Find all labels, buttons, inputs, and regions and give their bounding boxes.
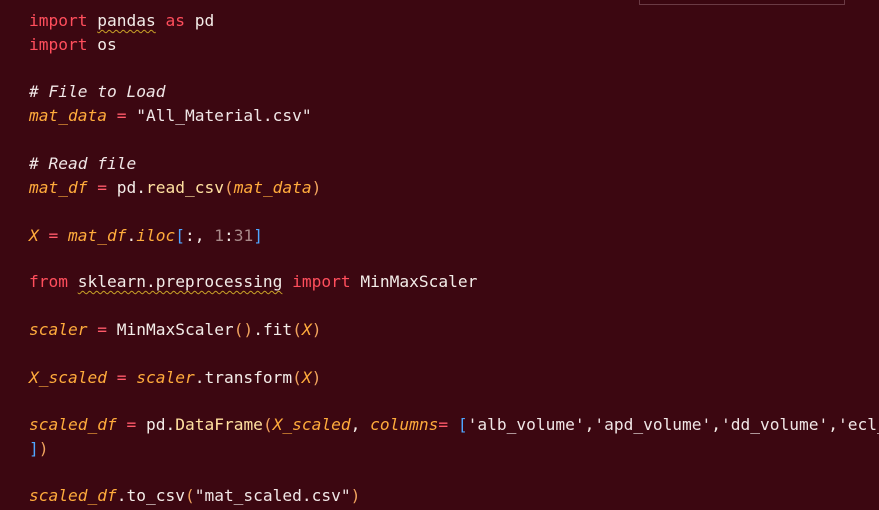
code-line-21[interactable]: scaled_df.to_csv("mat_scaled.csv") — [29, 484, 360, 508]
square-bracket: ] — [29, 439, 39, 458]
code-line-2[interactable]: import os — [29, 33, 117, 57]
variable-mat-data: mat_data — [29, 106, 107, 125]
paren: ) — [311, 178, 322, 197]
string-literal: "All_Material.csv" — [136, 106, 312, 125]
comment: # Read file — [29, 154, 137, 173]
square-bracket: [ — [457, 415, 468, 434]
comma: , — [584, 415, 595, 434]
variable-scaled-df: scaled_df — [29, 415, 117, 434]
string-literal: 'alb_volume' — [467, 415, 585, 434]
find-widget-edge[interactable] — [639, 0, 845, 5]
imported-name: MinMaxScaler — [360, 272, 478, 291]
paren: ) — [38, 439, 49, 458]
object-mat-df: mat_df — [68, 226, 127, 245]
variable-x-scaled: X_scaled — [29, 368, 107, 387]
comma: , — [711, 415, 722, 434]
variable-mat-df: mat_df — [29, 178, 88, 197]
variable-scaler: scaler — [29, 320, 88, 339]
argument: X_scaled — [272, 415, 351, 434]
function-dataframe: DataFrame — [175, 415, 263, 434]
module-pandas: pandas — [97, 11, 156, 30]
dot: . — [116, 486, 127, 505]
operator: = — [438, 415, 458, 434]
object-pd: pd — [116, 178, 137, 197]
attribute-iloc: iloc — [136, 226, 176, 245]
code-line-5[interactable]: mat_data = "All_Material.csv" — [29, 104, 312, 128]
operator: = — [87, 320, 117, 339]
string-literal: 'ecl_ — [838, 415, 879, 434]
number: 31 — [233, 226, 254, 245]
module-os: os — [97, 35, 117, 54]
paren: ( — [223, 178, 234, 197]
string-literal: "mat_scaled.csv" — [194, 486, 351, 505]
code-line-7[interactable]: # Read file — [29, 152, 136, 176]
slice-all: :, — [184, 226, 215, 245]
operator: = — [38, 226, 68, 245]
number: 1 — [214, 226, 224, 245]
object-scaler: scaler — [136, 368, 195, 387]
paren: ) — [311, 320, 322, 339]
code-line-1[interactable]: import pandas as pd — [29, 9, 214, 33]
code-line-8[interactable]: mat_df = pd.read_csv(mat_data) — [29, 176, 321, 200]
keyword-argument: columns — [370, 415, 439, 434]
operator: = — [116, 415, 146, 434]
argument: X — [301, 320, 312, 339]
colon: : — [223, 226, 234, 245]
dot: . — [165, 415, 176, 434]
variable-x: X — [29, 226, 39, 245]
keyword-as: as — [165, 11, 185, 30]
keyword-import: import — [29, 11, 88, 30]
keyword-import: import — [292, 272, 351, 291]
module-sklearn: sklearn.preprocessing — [77, 272, 283, 291]
function-to-csv: to_csv — [126, 486, 185, 505]
paren: ( — [292, 368, 302, 387]
object-scaled-df: scaled_df — [29, 486, 117, 505]
keyword-import: import — [29, 35, 88, 54]
operator: = — [87, 178, 117, 197]
operator: = — [106, 368, 137, 387]
operator: = — [106, 106, 137, 125]
code-line-14[interactable]: scaler = MinMaxScaler().fit(X) — [29, 318, 321, 342]
code-line-19[interactable]: ]) — [29, 437, 49, 461]
paren: () — [233, 320, 254, 339]
code-line-4[interactable]: # File to Load — [29, 80, 165, 104]
paren: ) — [350, 486, 361, 505]
dot: . — [126, 226, 137, 245]
object-pd: pd — [145, 415, 166, 434]
paren: ( — [262, 415, 273, 434]
comment: # File to Load — [29, 82, 166, 101]
dot: . — [194, 368, 205, 387]
string-literal: 'dd_volume' — [721, 415, 829, 434]
argument: mat_data — [233, 178, 312, 197]
paren: ( — [184, 486, 195, 505]
string-literal: 'apd_volume' — [594, 415, 712, 434]
dot: . — [253, 320, 263, 339]
code-line-16[interactable]: X_scaled = scaler.transform(X) — [29, 366, 321, 390]
code-line-12[interactable]: from sklearn.preprocessing import MinMax… — [29, 270, 477, 294]
paren: ) — [311, 368, 322, 387]
function-transform: transform — [204, 368, 293, 387]
alias-pd: pd — [194, 11, 215, 30]
dot: . — [136, 178, 146, 197]
argument: X — [301, 368, 312, 387]
class-call: MinMaxScaler — [116, 320, 234, 339]
square-bracket: ] — [253, 226, 263, 245]
function-read-csv: read_csv — [145, 178, 224, 197]
square-bracket: [ — [175, 226, 185, 245]
comma: , — [828, 415, 838, 434]
code-editor[interactable]: import pandas as pd import os # File to … — [0, 0, 879, 510]
paren: ( — [292, 320, 302, 339]
code-line-10[interactable]: X = mat_df.iloc[:, 1:31] — [29, 224, 263, 248]
function-fit: fit — [262, 320, 293, 339]
comma: , — [350, 415, 371, 434]
code-line-18[interactable]: scaled_df = pd.DataFrame(X_scaled, colum… — [29, 413, 879, 437]
keyword-from: from — [29, 272, 68, 291]
